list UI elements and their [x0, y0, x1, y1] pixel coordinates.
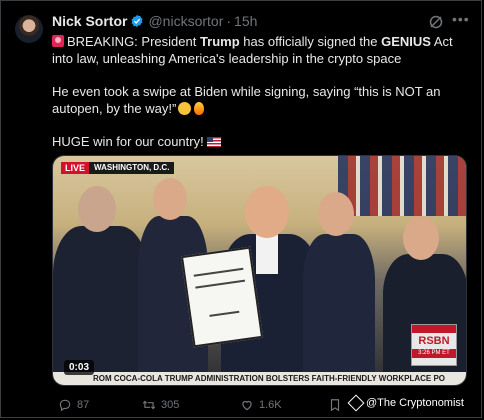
bold-genius: GENIUS	[381, 34, 431, 49]
rsbn-label: RSBN	[418, 335, 450, 347]
person-right	[383, 254, 466, 385]
person-right-head	[403, 216, 439, 260]
paragraph-breaking: BREAKING: President Trump has officially…	[52, 33, 467, 67]
person-left-head	[78, 186, 116, 232]
repost-icon	[142, 400, 156, 410]
bookmark-icon	[330, 399, 340, 412]
heart-icon	[242, 400, 252, 411]
background-flags	[338, 156, 466, 216]
text-segment: He even took a swipe at Biden while sign…	[52, 84, 441, 116]
text-segment: BREAKING: President	[67, 34, 200, 49]
repost-button[interactable]: 305	[142, 398, 179, 412]
live-banner: LIVE WASHINGTON, D.C.	[61, 162, 175, 174]
author-name[interactable]: Nick Sortor	[52, 13, 127, 29]
watermark: @The Cryptonomist	[347, 394, 464, 412]
person-center-head	[245, 186, 289, 238]
location-label: WASHINGTON, D.C.	[89, 162, 175, 174]
text-segment: HUGE win for our country!	[52, 134, 204, 149]
rsbn-time: 3:26 PM ET	[412, 349, 456, 358]
repost-count: 305	[161, 399, 180, 411]
rsbn-stripe	[412, 325, 456, 333]
tweet-text: BREAKING: President Trump has officially…	[52, 33, 467, 166]
siren-emoji-icon	[52, 35, 64, 47]
bookmark-button[interactable]	[328, 398, 347, 412]
laughing-emoji-icon	[178, 102, 192, 115]
news-ticker: ROM COCA-COLA TRUMP ADMINISTRATION BOLST…	[53, 372, 466, 385]
document-signature	[209, 310, 240, 317]
person-4	[303, 234, 375, 385]
text-segment: has officially signed the	[239, 34, 382, 49]
watermark-text: @The Cryptonomist	[366, 397, 464, 409]
reply-count: 87	[77, 399, 90, 411]
person-2-head	[153, 178, 187, 220]
person-center-shirt	[256, 234, 278, 274]
signed-document	[180, 246, 264, 348]
tweet-header: Nick Sortor @nicksortor · 15h	[52, 13, 257, 29]
document-line	[193, 267, 244, 277]
document-line	[195, 279, 246, 289]
avatar[interactable]	[15, 15, 43, 43]
like-button[interactable]: 1.6K	[240, 398, 282, 412]
us-flag-emoji-icon	[206, 137, 221, 147]
person-4-head	[318, 192, 354, 236]
fire-emoji-icon	[194, 102, 205, 115]
like-count: 1.6K	[259, 399, 282, 411]
reply-icon	[59, 399, 71, 412]
verified-badge-icon	[131, 14, 143, 28]
author-handle[interactable]: @nicksortor	[148, 13, 223, 29]
more-options-icon[interactable]: •••	[452, 11, 470, 27]
reply-button[interactable]: 87	[58, 398, 89, 412]
bold-trump: Trump	[199, 34, 240, 49]
video-player[interactable]: LIVE WASHINGTON, D.C. RSBN 3:26 PM ET RO…	[52, 155, 467, 386]
live-label: LIVE	[61, 162, 90, 174]
cryptonomist-logo-icon	[347, 394, 365, 412]
timestamp[interactable]: 15h	[234, 13, 257, 29]
rsbn-logo: RSBN 3:26 PM ET	[411, 324, 457, 366]
grok-icon[interactable]	[428, 14, 444, 30]
separator-dot: ·	[226, 13, 232, 29]
video-timestamp: 0:03	[64, 360, 95, 375]
paragraph-win: HUGE win for our country!	[52, 133, 467, 150]
paragraph-biden: He even took a swipe at Biden while sign…	[52, 83, 467, 117]
